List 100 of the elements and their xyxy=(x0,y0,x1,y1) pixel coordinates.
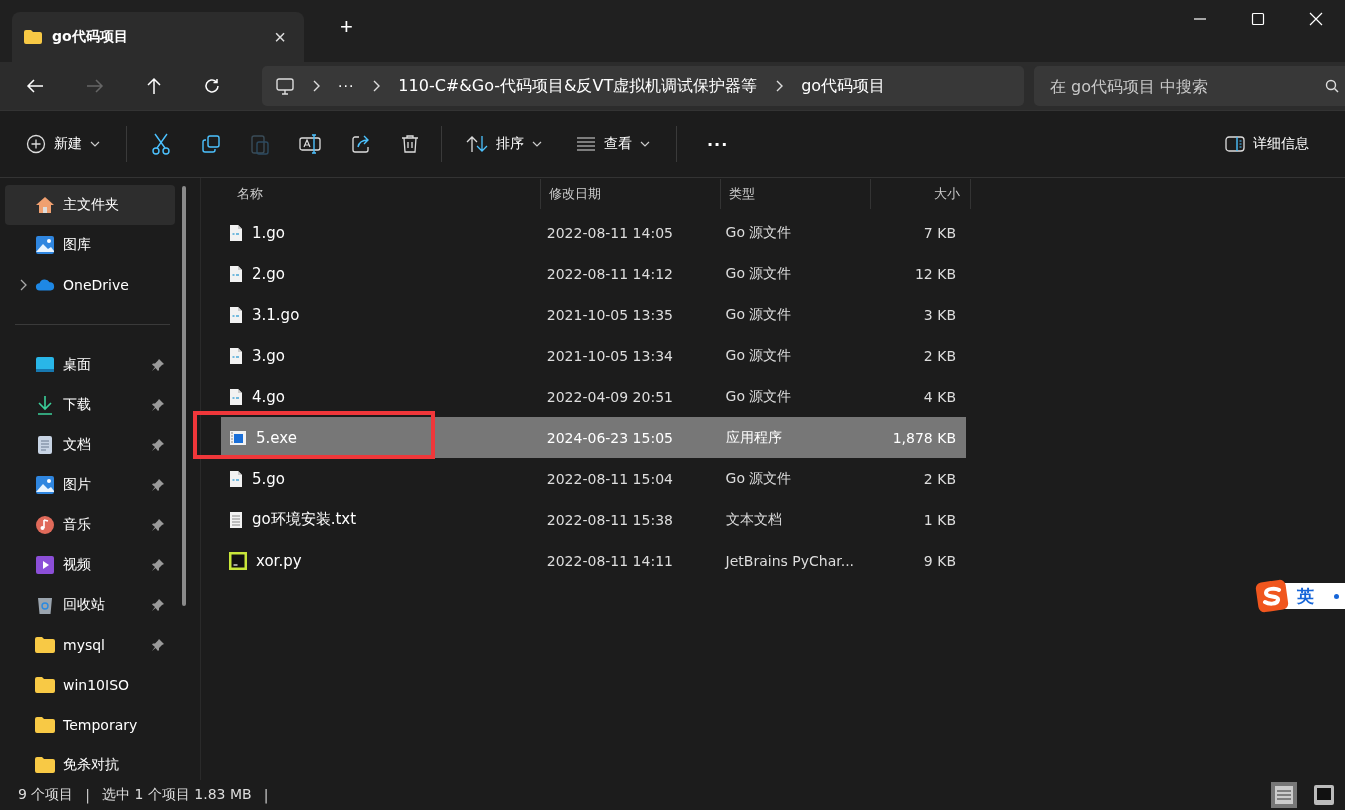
file-name: go环境安装.txt xyxy=(252,510,357,529)
back-arrow-icon[interactable] xyxy=(26,78,44,94)
pin-icon[interactable] xyxy=(151,398,165,412)
pin-icon[interactable] xyxy=(151,358,165,372)
forward-arrow-icon[interactable] xyxy=(86,78,104,94)
file-name: 3.go xyxy=(252,346,285,365)
column-header[interactable]: 修改日期 xyxy=(541,179,721,209)
sidebar-item[interactable]: OneDrive xyxy=(5,265,175,305)
share-icon[interactable] xyxy=(351,134,371,154)
item-count: 9 个项目 xyxy=(18,786,74,804)
new-tab-button[interactable]: + xyxy=(334,13,359,41)
sidebar-item[interactable]: 免杀对抗 xyxy=(5,745,175,785)
sidebar-label: win10ISO xyxy=(63,677,131,693)
chevron-icon xyxy=(312,80,320,92)
type-cell-text: Go 源文件 xyxy=(724,346,793,365)
file-row[interactable]: 4.go 2022-04-09 20:51 Go 源文件 4 KB xyxy=(221,376,966,417)
date-cell-text: 2022-08-11 15:38 xyxy=(545,511,674,528)
column-header[interactable]: 名称 xyxy=(221,179,541,209)
search-icon[interactable] xyxy=(1325,79,1339,93)
date-cell-text: 2024-06-23 15:05 xyxy=(545,429,674,446)
folder-icon xyxy=(35,677,55,693)
close-icon[interactable] xyxy=(1309,12,1323,26)
sidebar-item[interactable]: 视频 xyxy=(5,545,175,585)
file-row[interactable]: 3.go 2021-10-05 13:34 Go 源文件 2 KB xyxy=(221,335,966,376)
picture-icon xyxy=(35,475,55,495)
sidebar-item[interactable]: 文档 xyxy=(5,425,175,465)
tab-close-button[interactable]: × xyxy=(268,25,292,49)
sidebar-item[interactable]: 主文件夹 xyxy=(5,185,175,225)
folder-tab[interactable]: go代码项目 × xyxy=(12,12,304,62)
sort-button[interactable]: 排序 xyxy=(456,129,552,159)
sidebar-item[interactable]: 下载 xyxy=(5,385,175,425)
picture-icon xyxy=(35,235,55,255)
sidebar-label: 图片 xyxy=(63,476,92,494)
sidebar-item[interactable]: win10ISO xyxy=(5,665,175,705)
search-field[interactable]: 在 go代码项目 中搜索 xyxy=(1034,66,1345,106)
file-row[interactable]: 3.1.go 2021-10-05 13:35 Go 源文件 3 KB xyxy=(221,294,966,335)
column-header[interactable]: 大小 xyxy=(871,179,971,209)
scrollbar-thumb[interactable] xyxy=(182,186,186,606)
file-row[interactable]: 2.go 2022-08-11 14:12 Go 源文件 12 KB xyxy=(221,253,966,294)
details-button[interactable]: 详细信息 xyxy=(1215,129,1319,159)
up-arrow-icon[interactable] xyxy=(146,77,162,95)
column-header[interactable]: 类型 xyxy=(721,179,871,209)
file-row[interactable]: 1.go 2022-08-11 14:05 Go 源文件 7 KB xyxy=(221,212,966,253)
go-file-icon xyxy=(229,387,243,406)
type-cell-text: Go 源文件 xyxy=(724,264,793,283)
breadcrumb[interactable]: 110-C#&Go-代码项目&反VT虚拟机调试保护器等 xyxy=(398,75,758,97)
application-icon xyxy=(229,429,247,446)
sidebar-item[interactable]: mysql xyxy=(5,625,175,665)
maximize-icon[interactable] xyxy=(1251,12,1265,26)
chevron-icon[interactable] xyxy=(19,279,27,291)
breadcrumb[interactable]: go代码项目 xyxy=(801,75,886,97)
plus-icon xyxy=(26,134,46,154)
file-name: 1.go xyxy=(252,223,285,242)
panel-icon xyxy=(1225,136,1245,152)
sidebar-item[interactable]: 回收站 xyxy=(5,585,175,625)
file-row[interactable]: go环境安装.txt 2022-08-11 15:38 文本文档 1 KB xyxy=(221,499,966,540)
type-cell-text: 应用程序 xyxy=(724,428,783,447)
sidebar-item[interactable]: 图片 xyxy=(5,465,175,505)
type-cell-text: JetBrains PyChar... xyxy=(723,552,856,569)
pin-icon[interactable] xyxy=(151,478,165,492)
breadcrumb[interactable]: ··· xyxy=(338,78,355,94)
size-cell-text: 2 KB xyxy=(922,347,957,364)
date-cell-text: 2022-08-11 14:05 xyxy=(545,224,674,241)
more-button[interactable]: ··· xyxy=(697,128,739,160)
trash-icon[interactable] xyxy=(401,134,419,154)
address-bar[interactable]: ··· 110-C#&Go-代码项目&反VT虚拟机调试保护器等 go代码项目 xyxy=(262,66,1024,106)
file-row[interactable]: 5.exe 2024-06-23 15:05 应用程序 1,878 KB xyxy=(221,417,966,458)
chevron-icon xyxy=(775,80,784,92)
file-row[interactable]: xor.py 2022-08-11 14:11 JetBrains PyChar... 9 KB xyxy=(221,540,966,581)
size-cell-text: 1 KB xyxy=(922,511,957,528)
cloud-icon xyxy=(35,278,55,292)
view-button[interactable]: 查看 xyxy=(566,129,660,159)
pin-icon[interactable] xyxy=(151,438,165,452)
date-cell-text: 2021-10-05 13:34 xyxy=(545,347,674,364)
rename-icon[interactable] xyxy=(299,134,321,154)
sidebar-item[interactable]: 音乐 xyxy=(5,505,175,545)
sidebar-item[interactable]: 桌面 xyxy=(5,345,175,385)
tiles-view-icon[interactable] xyxy=(1313,784,1335,806)
copy-icon[interactable] xyxy=(201,134,221,154)
sidebar-label: 音乐 xyxy=(63,516,92,534)
details-view-icon[interactable] xyxy=(1271,782,1297,808)
pin-icon[interactable] xyxy=(151,558,165,572)
type-cell-text: Go 源文件 xyxy=(724,223,793,242)
pin-icon[interactable] xyxy=(151,518,165,532)
sidebar-label: 视频 xyxy=(63,556,92,574)
file-row[interactable]: 5.go 2022-08-11 15:04 Go 源文件 2 KB xyxy=(221,458,966,499)
new-button[interactable]: 新建 xyxy=(16,128,110,160)
s-logo-icon xyxy=(1255,579,1289,613)
sidebar-item[interactable]: Temporary xyxy=(5,705,175,745)
type-cell-text: Go 源文件 xyxy=(724,305,793,324)
pin-icon[interactable] xyxy=(151,638,165,652)
caret-icon xyxy=(640,141,650,147)
sidebar-label: Temporary xyxy=(63,717,139,733)
scissors-icon[interactable] xyxy=(151,133,171,155)
sidebar-label: 图库 xyxy=(63,236,92,254)
date-cell-text: 2022-08-11 14:12 xyxy=(545,265,674,282)
pin-icon[interactable] xyxy=(151,598,165,612)
refresh-icon[interactable] xyxy=(204,78,220,94)
sidebar-item[interactable]: 图库 xyxy=(5,225,175,265)
folder-icon xyxy=(35,637,55,653)
